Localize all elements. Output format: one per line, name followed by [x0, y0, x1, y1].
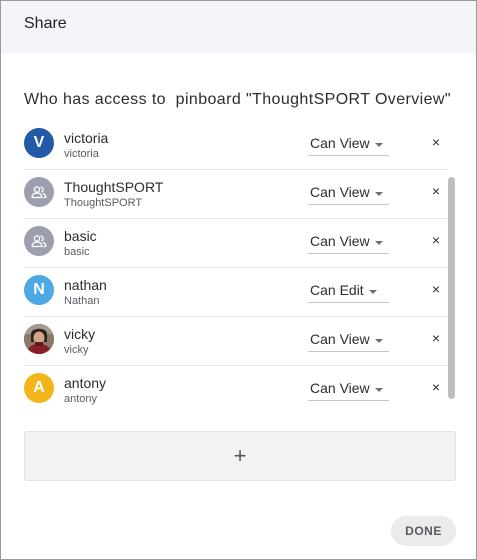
member-name: antony [64, 375, 107, 391]
group-icon [31, 186, 47, 199]
member-name: nathan [64, 277, 107, 293]
member-username: basic [64, 246, 90, 258]
list-item-basic: basic basic Can View × [24, 219, 448, 268]
done-button[interactable]: DONE [391, 516, 456, 546]
list-item-vicky: vicky vicky Can View × [24, 317, 448, 366]
chevron-down-icon [375, 388, 383, 392]
member-list: V victoria victoria Can View × ThoughtSP… [24, 121, 456, 411]
list-item-victoria: V victoria victoria Can View × [24, 121, 448, 170]
dialog-title: Share [24, 15, 67, 32]
share-dialog: Share Who has access to pinboard "Though… [0, 0, 477, 560]
user-photo-icon [24, 324, 54, 354]
access-description: Who has access to pinboard "ThoughtSPORT… [24, 91, 451, 108]
member-username: victoria [64, 148, 99, 160]
permission-label: Can View [310, 184, 370, 200]
chevron-down-icon [375, 241, 383, 245]
chevron-down-icon [375, 192, 383, 196]
avatar-letter: V [33, 134, 45, 151]
remove-member-button[interactable]: × [430, 134, 442, 150]
avatar-letter: A [33, 379, 45, 396]
list-item-nathan: N nathan Nathan Can Edit × [24, 268, 448, 317]
member-username: vicky [64, 344, 89, 356]
member-name: victoria [64, 130, 109, 146]
permission-label: Can Edit [310, 282, 364, 298]
plus-icon: + [233, 443, 247, 468]
avatar: A [24, 373, 54, 403]
avatar: V [24, 128, 54, 158]
permission-label: Can View [310, 331, 370, 347]
permission-dropdown[interactable]: Can Edit [308, 281, 389, 303]
list-item-antony: A antony antony Can View × [24, 366, 448, 411]
permission-dropdown[interactable]: Can View [308, 232, 389, 254]
member-name: basic [64, 228, 97, 244]
remove-member-button[interactable]: × [430, 183, 442, 199]
remove-member-button[interactable]: × [430, 330, 442, 346]
avatar [24, 177, 54, 207]
permission-dropdown[interactable]: Can View [308, 183, 389, 205]
permission-dropdown[interactable]: Can View [308, 134, 389, 156]
list-item-thoughtsport: ThoughtSPORT ThoughtSPORT Can View × [24, 170, 448, 219]
chevron-down-icon [375, 339, 383, 343]
chevron-down-icon [369, 290, 377, 294]
dialog-header: Share [1, 1, 476, 53]
permission-dropdown[interactable]: Can View [308, 330, 389, 352]
member-username: Nathan [64, 295, 100, 307]
member-username: antony [64, 393, 98, 405]
remove-member-button[interactable]: × [430, 281, 442, 297]
permission-label: Can View [310, 135, 370, 151]
permission-label: Can View [310, 233, 370, 249]
avatar [24, 226, 54, 256]
remove-member-button[interactable]: × [430, 232, 442, 248]
chevron-down-icon [375, 143, 383, 147]
group-icon [31, 235, 47, 248]
scrollbar-thumb[interactable] [448, 177, 455, 399]
member-username: ThoughtSPORT [64, 197, 143, 209]
avatar-letter: N [33, 281, 45, 298]
avatar [24, 324, 54, 354]
permission-label: Can View [310, 380, 370, 396]
member-name: vicky [64, 326, 96, 342]
permission-dropdown[interactable]: Can View [308, 379, 389, 401]
remove-member-button[interactable]: × [430, 379, 442, 395]
member-name: ThoughtSPORT [64, 179, 164, 195]
add-member-button[interactable]: + [24, 431, 456, 481]
avatar: N [24, 275, 54, 305]
